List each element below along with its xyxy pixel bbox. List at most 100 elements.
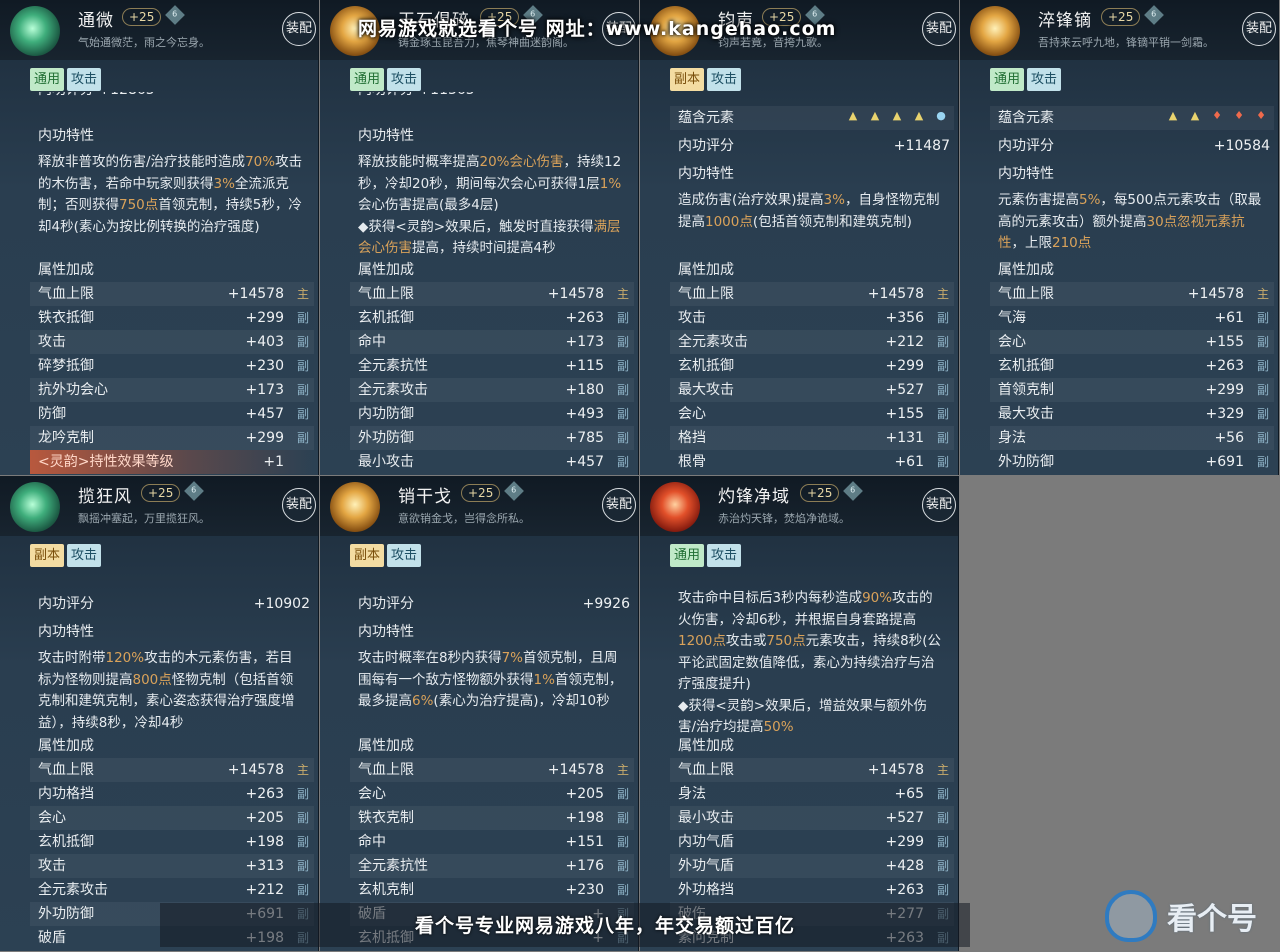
sub-stat-icon: 副	[616, 455, 629, 469]
watermark-banner: 看个号专业网易游戏八年，年交易额过百亿	[160, 903, 970, 947]
stats-heading: 属性加成	[350, 734, 634, 758]
stat-name: 会心	[358, 786, 386, 802]
stat-value: +14578	[227, 286, 284, 302]
neigong-emblem-icon	[650, 482, 700, 532]
stat-value: +299	[1205, 382, 1244, 398]
gem-icon: 6	[1144, 5, 1164, 25]
stat-value: +14578	[1187, 286, 1244, 302]
tag-badge: 通用	[350, 68, 385, 91]
stat-name: 外功防御	[998, 454, 1054, 470]
stat-row: 最小攻击 +527 副	[670, 806, 954, 830]
tag-badge: 攻击	[67, 544, 102, 567]
stat-row: 龙吟克制 +299 副	[30, 426, 314, 450]
neigong-card[interactable]: 通微 +25 6 气始通微茫，雨之今忘身。 装配通用攻击内功评分 +12865内…	[0, 0, 319, 475]
stat-name: 外功气盾	[678, 858, 734, 874]
stats-heading: 属性加成	[670, 258, 954, 282]
tag-badge: 副本	[670, 68, 705, 91]
stat-row: 最大攻击 +329 副	[990, 402, 1274, 426]
level-badge: +25	[122, 8, 162, 26]
neigong-card[interactable]: 淬锋镝 +25 6 吾持来云呼九地，锋镝平销一剑霜。 装配 通用 攻击 蕴含元素 ▲ ▲…	[960, 0, 1279, 475]
stat-name: 龙吟克制	[38, 430, 94, 446]
stat-value: +403	[245, 334, 284, 350]
sub-stat-icon: 副	[936, 431, 949, 445]
stat-name: 会心	[998, 334, 1026, 350]
stat-value: +180	[565, 382, 604, 398]
stat-name: <灵韵>持性效果等级	[38, 454, 174, 470]
tag-badge: 攻击	[707, 68, 742, 91]
main-stat-icon: 主	[296, 763, 309, 777]
traits-heading: 内功特性	[990, 162, 1274, 186]
stat-row: 全元素攻击 +212 副	[670, 330, 954, 354]
stat-value: +212	[885, 334, 924, 350]
stat-value: +299	[885, 834, 924, 850]
score-label: 内功评分	[678, 138, 734, 154]
sub-stat-icon: 副	[1256, 455, 1269, 469]
stat-row: 碎梦抵御 +230 副	[30, 354, 314, 378]
gem-icon: 6	[843, 481, 863, 501]
element-row: 蕴含元素 ▲ ▲ ▲ ▲ ●	[670, 106, 954, 130]
stat-name: 攻击	[38, 334, 66, 350]
empty-slot	[960, 475, 1280, 952]
neigong-card[interactable]: 钧声 +25 6 钧声若竟，音挎九歌。 装配 副本 攻击 蕴含元素 ▲ ▲ ▲ ▲ ● 内功评分…	[640, 0, 959, 475]
stats-title: 属性加成	[38, 262, 94, 278]
stat-value: +329	[1205, 406, 1244, 422]
main-stat-icon: 主	[616, 763, 629, 777]
sub-stat-icon	[294, 453, 312, 471]
neigong-desc: 飘摇冲塞起，万里揽狂风。	[78, 512, 210, 525]
card-header: 通微 +25 6 气始通微茫，雨之今忘身。 装配	[0, 0, 318, 60]
stat-row: 命中 +173 副	[350, 330, 634, 354]
gold-element-icon: ▲	[870, 109, 880, 122]
stat-row: 最大攻击 +527 副	[670, 378, 954, 402]
stats-heading: 属性加成	[670, 734, 954, 758]
score-value: +11487	[893, 138, 950, 154]
card-header: 淬锋镝 +25 6 吾持来云呼九地，锋镝平销一剑霜。 装配	[960, 0, 1278, 60]
stat-value: +56	[1214, 430, 1244, 446]
sub-stat-icon: 副	[936, 359, 949, 373]
neigong-emblem-icon	[970, 6, 1020, 56]
stat-name: 攻击	[38, 858, 66, 874]
neigong-card[interactable]: 揽狂风 +25 6 飘摇冲塞起，万里揽狂风。 装配 副本 攻击 内功评分 +10902 内…	[0, 476, 319, 951]
gem-icon: 6	[184, 481, 204, 501]
stat-name: 铁衣克制	[358, 810, 414, 826]
equip-button[interactable]: 装配	[282, 488, 316, 522]
neigong-emblem-icon	[10, 6, 60, 56]
neigong-card[interactable]: 销干戈 +25 6 意欲销金戈，岂得念所私。 装配 副本 攻击 内功评分 +9926 内功…	[320, 476, 639, 951]
tag-badge: 攻击	[67, 68, 102, 91]
stat-value: +14578	[867, 762, 924, 778]
stat-row: 命中 +151 副	[350, 830, 634, 854]
level-badge: +25	[800, 484, 840, 502]
gem-count: 6	[1151, 10, 1157, 19]
element-label: 蕴含元素	[678, 110, 734, 126]
score-value: +9926	[582, 596, 630, 612]
gem-count: 6	[511, 486, 517, 495]
neigong-card[interactable]: 灼锋净域 +25 6 赤治灼天锋，焚焰净诡域。 装配 通用 攻击 攻击命中目标后3秒内…	[640, 476, 959, 951]
equip-button[interactable]: 装配	[922, 488, 956, 522]
tag-list: 通用 攻击	[30, 68, 102, 91]
sub-stat-icon: 副	[296, 407, 309, 421]
equip-button[interactable]: 装配	[922, 12, 956, 46]
sub-stat-icon: 副	[936, 835, 949, 849]
sub-stat-icon: 副	[936, 455, 949, 469]
sub-stat-icon: 副	[936, 311, 949, 325]
traits-title: 内功特性	[998, 166, 1054, 182]
neigong-card[interactable]: 玉石俱碎 +25 6 铸金琢玉昆吾力，焦琴神曲迷韵阁。 装配通用攻击内功评分 +…	[320, 0, 639, 475]
traits-heading: 内功特性	[30, 124, 314, 148]
gem-icon: 6	[165, 5, 185, 25]
stat-value: +428	[885, 858, 924, 874]
stat-row: 根骨 +61 副	[670, 450, 954, 474]
main-stat-icon: 主	[296, 287, 309, 301]
equip-button[interactable]: 装配	[282, 12, 316, 46]
stat-row: 攻击 +356 副	[670, 306, 954, 330]
gem-icon: 6	[504, 481, 524, 501]
stat-value: +61	[894, 454, 924, 470]
level-badge: +25	[461, 484, 501, 502]
score-value: +10584	[1213, 138, 1270, 154]
tag-list: 副本 攻击	[30, 544, 102, 567]
stat-row: 玄机抵御 +299 副	[670, 354, 954, 378]
sub-stat-icon: 副	[936, 859, 949, 873]
equip-button[interactable]: 装配	[602, 488, 636, 522]
equip-button[interactable]: 装配	[1242, 12, 1276, 46]
sub-stat-icon: 副	[616, 811, 629, 825]
score-label-cut: 内功评分 +11365	[358, 92, 475, 102]
sub-stat-icon: 副	[296, 431, 309, 445]
